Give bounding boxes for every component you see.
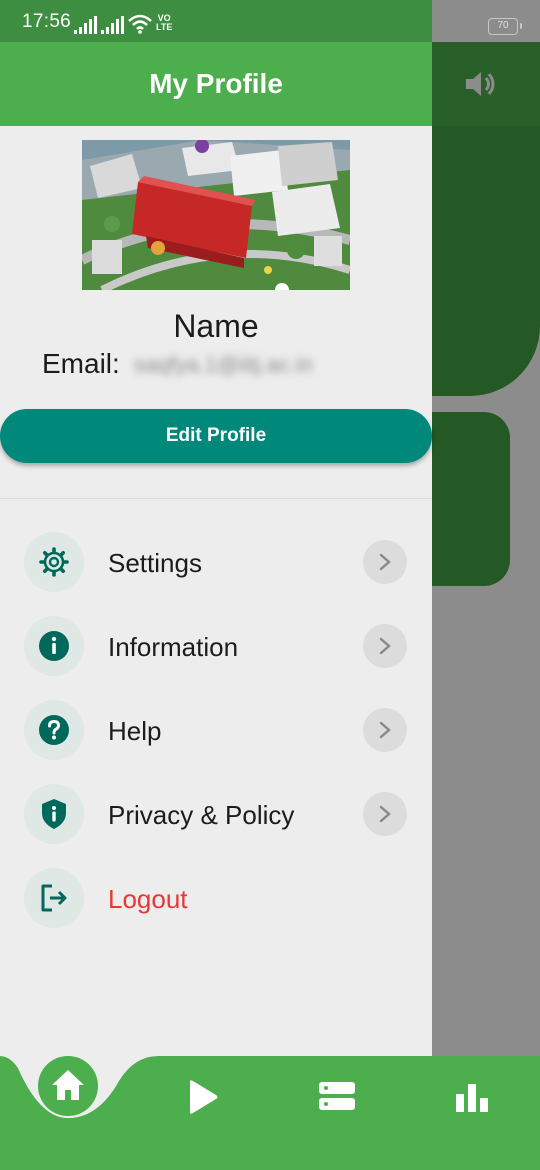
info-icon (39, 631, 69, 661)
servers-icon[interactable] (318, 1080, 356, 1112)
bottom-navigation (0, 1056, 540, 1170)
profile-drawer: My Profile Name Email: saqfya.1@iitj.ac.… (0, 42, 432, 1058)
menu-item-logout[interactable]: Logout (0, 866, 432, 930)
menu-item-label: Settings (108, 548, 202, 578)
menu-item-settings[interactable]: Settings (0, 530, 432, 594)
wifi-icon (128, 14, 152, 34)
question-icon (39, 715, 69, 745)
chevron-right-icon[interactable] (363, 624, 407, 668)
menu-icon-circle (24, 868, 84, 928)
menu-item-label: Information (108, 632, 239, 662)
email-label: Email: (42, 348, 120, 379)
drawer-header: My Profile (0, 42, 432, 126)
shield-icon (42, 799, 66, 829)
menu-item-information[interactable]: Information (0, 614, 432, 678)
nav-home-button[interactable] (38, 1056, 98, 1116)
profile-banner-image (82, 140, 350, 290)
signal-icon (74, 16, 97, 34)
menu-item-label: Help (108, 716, 162, 746)
battery-icon: 70 (488, 18, 522, 35)
status-bar-right: 70 (432, 0, 540, 42)
lte-label: LTE (156, 22, 173, 32)
status-bar: 17:56 VO LTE (0, 0, 432, 42)
menu-icon-circle (24, 616, 84, 676)
chevron-right-icon[interactable] (363, 792, 407, 836)
gear-icon (39, 547, 69, 577)
play-icon[interactable] (184, 1078, 220, 1116)
menu-item-label: Logout (108, 884, 188, 914)
status-time: 17:56 (22, 11, 72, 32)
drawer-title: My Profile (149, 68, 283, 99)
profile-name: Name (173, 308, 259, 344)
profile-email: Email: saqfya.1@iitj.ac.in (42, 348, 422, 384)
home-icon (52, 1070, 84, 1100)
divider (0, 498, 432, 499)
battery-level: 70 (497, 20, 509, 31)
volte-indicator: VO LTE (156, 14, 172, 32)
signal-icon (101, 16, 124, 34)
menu-item-label: Privacy & Policy (108, 800, 295, 830)
bar-chart-icon[interactable] (454, 1082, 490, 1112)
chevron-right-icon[interactable] (363, 708, 407, 752)
edit-profile-button[interactable]: Edit Profile (0, 409, 432, 463)
chevron-right-icon[interactable] (363, 540, 407, 584)
menu-item-help[interactable]: Help (0, 698, 432, 762)
logout-icon (41, 884, 67, 912)
menu-icon-circle (24, 532, 84, 592)
menu-icon-circle (24, 784, 84, 844)
menu-item-privacy-policy[interactable]: Privacy & Policy (0, 782, 432, 846)
email-value: saqfya.1@iitj.ac.in (134, 352, 313, 377)
menu-icon-circle (24, 700, 84, 760)
